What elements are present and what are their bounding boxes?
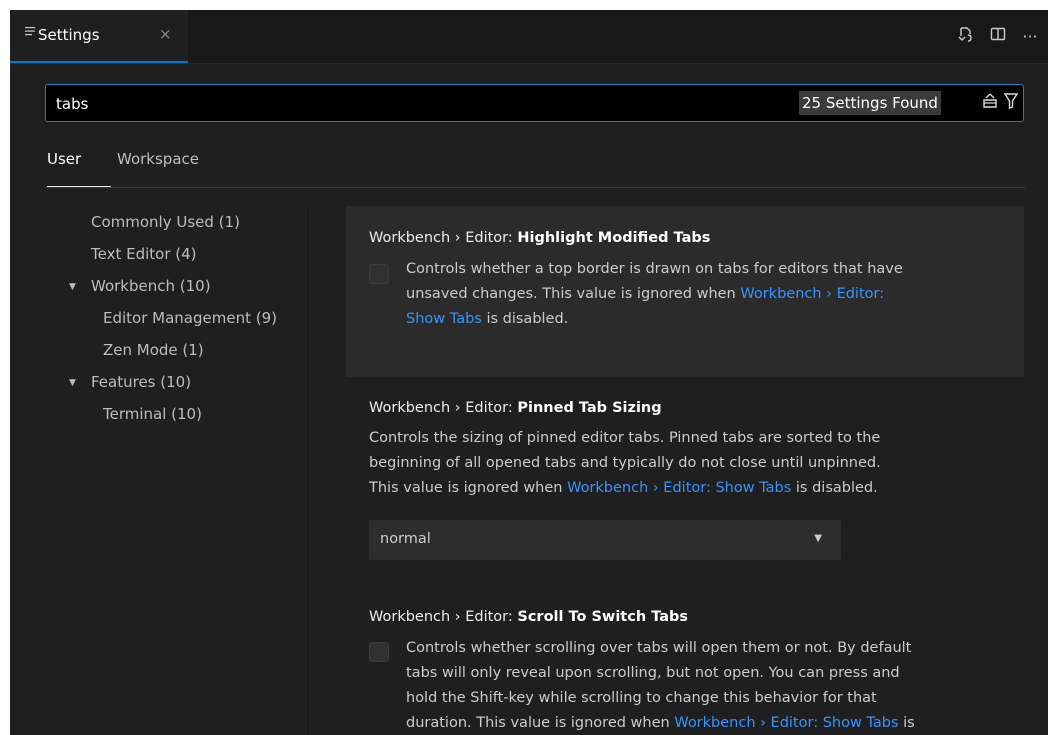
filter-icon[interactable] [1003, 92, 1019, 114]
toc-item-features[interactable]: ▼ Features (10) [69, 373, 191, 391]
tab-strip: Settings × ··· [10, 10, 1048, 64]
tab-settings[interactable]: Settings × [10, 10, 188, 63]
toc-item-text-editor[interactable]: Text Editor (4) [91, 245, 197, 263]
setting-description: Controls whether a top border is drawn o… [406, 261, 903, 327]
clear-filter-icon[interactable] [981, 92, 999, 114]
setting-description: Controls the sizing of pinned editor tab… [369, 430, 881, 496]
settings-editor: Settings × ··· 25 Settings Found User Wo… [10, 10, 1048, 735]
setting-pinned-tab-sizing[interactable]: Workbench › Editor: Pinned Tab Sizing Co… [346, 386, 1024, 586]
setting-checkbox[interactable] [369, 264, 389, 284]
setting-link[interactable]: Workbench › Editor: Show Tabs [567, 480, 791, 496]
setting-title: Workbench › Editor: Scroll To Switch Tab… [369, 609, 689, 625]
chevron-down-icon: ▼ [69, 282, 76, 292]
editor-actions: ··· [956, 24, 1040, 48]
tab-workspace[interactable]: Workspace [117, 150, 199, 168]
setting-link[interactable]: Show Tabs [406, 311, 482, 327]
toc-divider [310, 206, 311, 735]
scope-divider [45, 187, 1025, 188]
tab-user[interactable]: User [47, 150, 81, 168]
setting-link[interactable]: Workbench › Editor: [740, 286, 884, 302]
toc-item-zen-mode[interactable]: Zen Mode (1) [103, 341, 204, 359]
open-json-icon[interactable] [956, 26, 976, 46]
split-editor-icon[interactable] [988, 26, 1008, 46]
setting-highlight-modified-tabs[interactable]: Workbench › Editor: Highlight Modified T… [346, 206, 1024, 377]
toc-item-editor-management[interactable]: Editor Management (9) [103, 309, 277, 327]
setting-checkbox[interactable] [369, 642, 389, 662]
settings-list-icon [25, 25, 35, 41]
pinned-tab-sizing-select[interactable]: normal ▼ [369, 520, 841, 560]
setting-scroll-to-switch-tabs[interactable]: Workbench › Editor: Scroll To Switch Tab… [346, 598, 1024, 735]
setting-description: Controls whether scrolling over tabs wil… [406, 640, 915, 731]
toc-item-terminal[interactable]: Terminal (10) [103, 405, 202, 423]
search-box: 25 Settings Found [45, 84, 1024, 122]
setting-title: Workbench › Editor: Highlight Modified T… [369, 230, 711, 246]
toc-item-workbench[interactable]: ▼ Workbench (10) [69, 277, 211, 295]
tab-label: Settings [38, 26, 100, 44]
toc-item-commonly-used[interactable]: Commonly Used (1) [91, 213, 240, 231]
more-actions-icon[interactable]: ··· [1020, 27, 1040, 46]
close-icon[interactable]: × [159, 25, 172, 43]
setting-title: Workbench › Editor: Pinned Tab Sizing [369, 400, 662, 416]
chevron-down-icon: ▼ [814, 533, 822, 544]
search-input[interactable] [54, 91, 758, 117]
select-value: normal [380, 531, 431, 547]
setting-link[interactable]: Workbench › Editor: Show Tabs [674, 715, 898, 731]
chevron-down-icon: ▼ [69, 378, 76, 388]
results-count: 25 Settings Found [799, 91, 941, 115]
